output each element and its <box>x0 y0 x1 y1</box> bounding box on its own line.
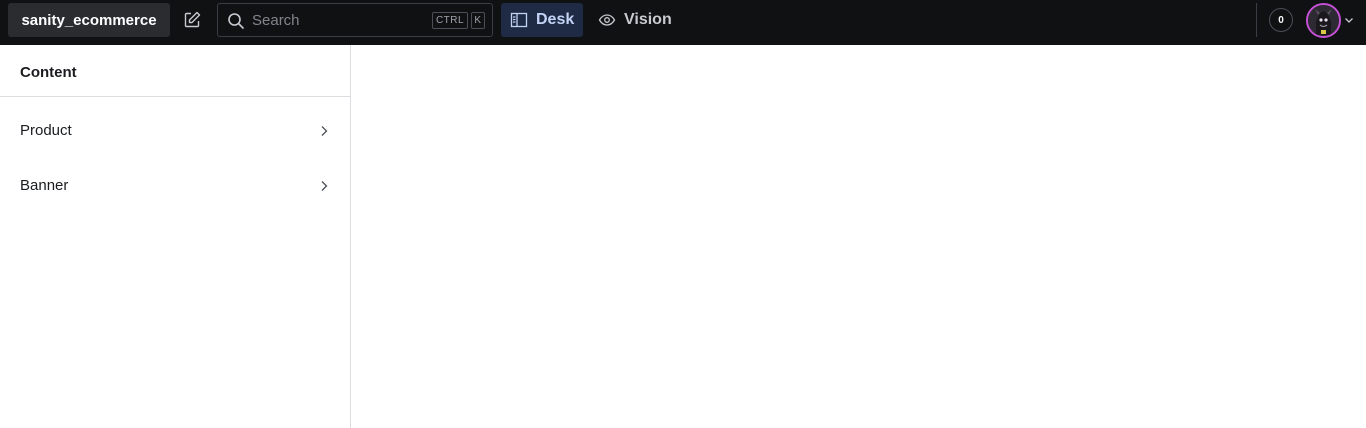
compose-icon <box>184 11 201 28</box>
project-name-button[interactable]: sanity_ecommerce <box>8 3 170 37</box>
chevron-right-icon <box>321 181 328 191</box>
user-avatar[interactable] <box>1306 3 1341 38</box>
pane-title: Content <box>20 64 77 81</box>
notifications-button[interactable]: 0 <box>1269 8 1293 32</box>
desk-icon <box>510 11 528 29</box>
top-navbar: sanity_ecommerce Search CTRL K Desk Visi… <box>0 0 1366 45</box>
compose-button[interactable] <box>178 6 206 34</box>
shortcut-ctrl-key: CTRL <box>432 12 468 29</box>
list-item-label: Banner <box>20 177 69 194</box>
search-placeholder: Search <box>252 12 300 29</box>
search-icon <box>228 13 244 29</box>
main-area <box>352 45 1366 428</box>
navbar-divider <box>1256 3 1257 37</box>
chevron-right-icon <box>321 126 328 136</box>
shortcut-k-key: K <box>471 12 485 29</box>
avatar-image <box>1308 5 1339 36</box>
tab-desk-label: Desk <box>536 11 575 28</box>
project-name: sanity_ecommerce <box>21 11 157 29</box>
list-item-label: Product <box>20 122 72 139</box>
chevron-down-icon[interactable] <box>1343 14 1355 26</box>
tab-vision[interactable]: Vision <box>589 3 679 37</box>
notifications-count: 0 <box>1278 14 1284 26</box>
eye-icon <box>598 11 616 29</box>
list-item-banner[interactable]: Banner <box>0 161 350 211</box>
pane-divider <box>0 96 350 97</box>
search-input[interactable]: Search CTRL K <box>217 3 493 37</box>
tab-desk[interactable]: Desk <box>501 3 583 37</box>
tab-vision-label: Vision <box>624 11 672 28</box>
content-pane: Content Product Banner <box>0 45 351 428</box>
list-item-product[interactable]: Product <box>0 106 350 156</box>
